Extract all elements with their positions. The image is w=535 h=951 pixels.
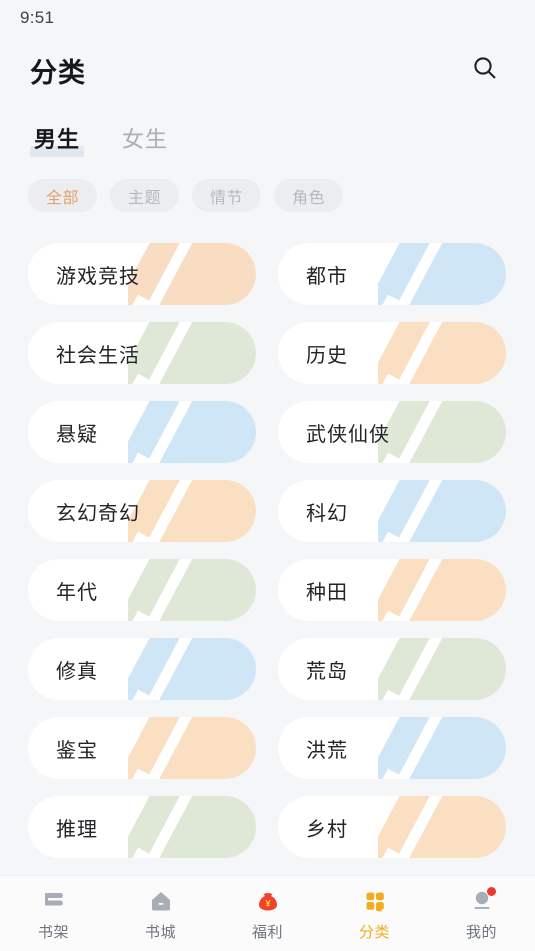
search-icon [472, 55, 498, 86]
category-card[interactable]: 种田 [278, 559, 506, 621]
filter-chips: 全部 主题 情节 角色 [0, 156, 535, 212]
category-card[interactable]: 科幻 [278, 480, 506, 542]
category-label: 年代 [56, 581, 98, 604]
category-decoration [378, 401, 506, 463]
category-card[interactable]: 推理 [28, 796, 256, 858]
category-decoration [378, 796, 506, 858]
chip-plot[interactable]: 情节 [192, 179, 262, 212]
chip-role[interactable]: 角色 [274, 179, 344, 212]
gift-bag-icon: ¥ [253, 886, 283, 916]
status-bar: 9:51 [0, 0, 535, 36]
category-decoration [378, 717, 506, 779]
category-decoration [128, 401, 256, 463]
category-label: 种田 [306, 581, 348, 604]
nav-label: 书城 [144, 923, 176, 941]
grid-icon [360, 886, 390, 916]
category-label: 科幻 [306, 502, 348, 525]
page-header: 分类 [0, 36, 535, 104]
category-label: 悬疑 [56, 423, 98, 446]
tab-male[interactable]: 男生 [30, 127, 85, 158]
category-card[interactable]: 乡村 [278, 796, 506, 858]
search-button[interactable] [465, 50, 505, 90]
nav-item-user[interactable]: 我的 [428, 876, 535, 951]
nav-label: 书架 [37, 923, 69, 941]
nav-item-grid[interactable]: 分类 [321, 876, 428, 951]
category-label: 武侠仙侠 [306, 423, 390, 446]
category-card[interactable]: 历史 [278, 322, 506, 384]
category-card[interactable]: 修真 [28, 638, 256, 700]
category-decoration [128, 559, 256, 621]
category-card[interactable]: 年代 [28, 559, 256, 621]
tab-female[interactable]: 女生 [118, 127, 172, 156]
svg-text:¥: ¥ [265, 898, 270, 908]
category-card[interactable]: 都市 [278, 243, 506, 305]
category-decoration [128, 796, 256, 858]
notification-badge [486, 886, 496, 896]
category-card[interactable]: 荒岛 [278, 638, 506, 700]
user-icon [467, 886, 497, 916]
category-decoration [378, 243, 506, 305]
category-card[interactable]: 社会生活 [28, 322, 256, 384]
category-decoration [378, 322, 506, 384]
nav-label: 我的 [465, 923, 497, 941]
category-label: 修真 [56, 660, 98, 683]
gender-tabs: 男生 女生 [0, 104, 535, 158]
category-card[interactable]: 洪荒 [278, 717, 506, 779]
chip-all[interactable]: 全部 [28, 179, 98, 212]
category-decoration [128, 638, 256, 700]
nav-item-bookshelf[interactable]: 书架 [0, 876, 107, 951]
category-decoration [378, 638, 506, 700]
category-card[interactable]: 游戏竞技 [28, 243, 256, 305]
page-title: 分类 [30, 57, 86, 88]
category-label: 推理 [56, 818, 98, 841]
category-decoration [128, 243, 256, 305]
category-label: 荒岛 [306, 660, 348, 683]
category-decoration [378, 559, 506, 621]
category-label: 鉴宝 [56, 739, 98, 762]
nav-item-gift-bag[interactable]: ¥ 福利 [214, 876, 321, 951]
category-label: 游戏竞技 [56, 265, 140, 288]
category-label: 玄幻奇幻 [56, 502, 140, 525]
bottom-navigation: 书架 书城 ¥ 福利 分类 我的 [0, 875, 535, 951]
category-decoration [128, 717, 256, 779]
category-card[interactable]: 武侠仙侠 [278, 401, 506, 463]
category-card[interactable]: 鉴宝 [28, 717, 256, 779]
home-icon [146, 886, 176, 916]
category-grid: 游戏竞技 都市社会生活 历史悬疑 武侠仙侠玄幻奇幻 科幻年代 种田修真 荒岛鉴宝 洪荒推理 乡村 [0, 212, 535, 858]
category-decoration [378, 480, 506, 542]
category-decoration [128, 480, 256, 542]
status-time: 9:51 [20, 8, 55, 27]
category-label: 都市 [306, 265, 348, 288]
nav-label: 分类 [358, 923, 390, 941]
nav-label: 福利 [251, 923, 283, 941]
category-decoration [128, 322, 256, 384]
nav-item-home[interactable]: 书城 [107, 876, 214, 951]
category-label: 洪荒 [306, 739, 348, 762]
category-label: 历史 [306, 344, 348, 367]
category-card[interactable]: 悬疑 [28, 401, 256, 463]
chip-theme[interactable]: 主题 [110, 179, 180, 212]
bookshelf-icon [39, 886, 69, 916]
category-card[interactable]: 玄幻奇幻 [28, 480, 256, 542]
category-label: 社会生活 [56, 344, 140, 367]
category-label: 乡村 [306, 818, 348, 841]
